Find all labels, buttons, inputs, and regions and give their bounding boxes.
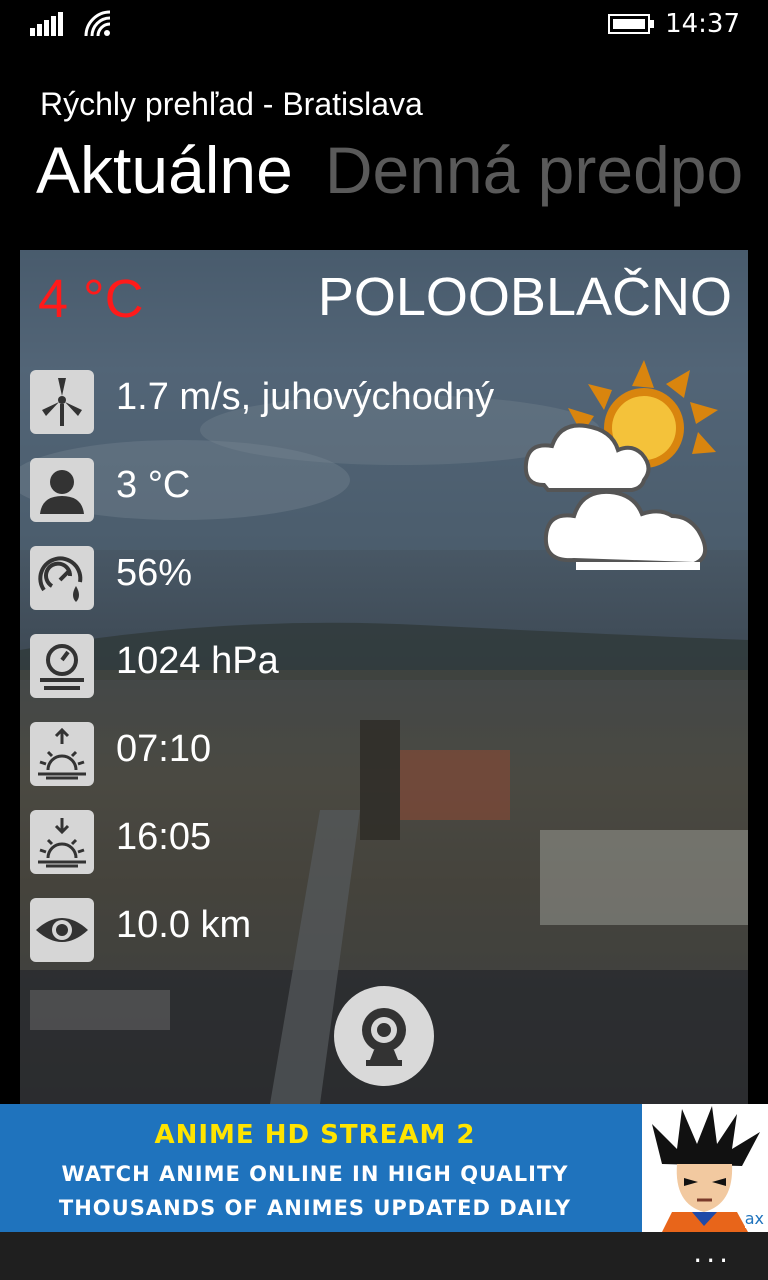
current-weather-card: 4 °C POLOOBLAČNO 1.7 m/s, juhovýchodný 3… bbox=[20, 250, 748, 1104]
pressure-row: 1024 hPa bbox=[30, 634, 590, 698]
ad-line-1: WATCH ANIME ONLINE IN HIGH QUALITY bbox=[61, 1162, 569, 1186]
pressure-value: 1024 hPa bbox=[116, 640, 279, 682]
feels-like-value: 3 °C bbox=[116, 464, 191, 506]
wifi-icon bbox=[84, 10, 111, 37]
app-title: Rýchly prehľad - Bratislava bbox=[40, 86, 423, 122]
webcam-icon bbox=[362, 1008, 406, 1066]
more-options-button[interactable]: ... bbox=[693, 1236, 732, 1269]
humidity-gauge-icon bbox=[30, 546, 94, 610]
pivot-header: Aktuálne Denná predpo bbox=[36, 132, 768, 208]
feels-like-row: 3 °C bbox=[30, 458, 590, 522]
feels-like-person-icon bbox=[30, 458, 94, 522]
humidity-row: 56% bbox=[30, 546, 590, 610]
wind-row: 1.7 m/s, juhovýchodný bbox=[30, 370, 590, 434]
sunrise-value: 07:10 bbox=[116, 728, 212, 770]
ad-banner[interactable]: ANIME HD STREAM 2 WATCH ANIME ONLINE IN … bbox=[0, 1104, 768, 1232]
battery-tip bbox=[650, 20, 654, 28]
battery-icon bbox=[608, 14, 650, 34]
visibility-eye-icon bbox=[30, 898, 94, 962]
humidity-value: 56% bbox=[116, 552, 193, 594]
current-temperature: 4 °C bbox=[38, 269, 144, 329]
ad-line-2: THOUSANDS OF ANIMES UPDATED DAILY bbox=[58, 1196, 572, 1220]
pivot-current[interactable]: Aktuálne bbox=[36, 132, 293, 208]
ad-badge: ax bbox=[744, 1209, 764, 1228]
ad-text-area[interactable]: ANIME HD STREAM 2 WATCH ANIME ONLINE IN … bbox=[0, 1104, 642, 1232]
ad-anime-character-image[interactable]: ax bbox=[642, 1104, 768, 1232]
app-bar: ... bbox=[0, 1232, 768, 1280]
signal-bars-icon bbox=[30, 12, 64, 36]
sunrise-row: 07:10 bbox=[30, 722, 590, 786]
webcam-button[interactable] bbox=[334, 986, 434, 1086]
wind-value: 1.7 m/s, juhovýchodný bbox=[116, 376, 495, 418]
pivot-daily-forecast[interactable]: Denná predpo bbox=[325, 132, 743, 208]
barometer-icon bbox=[30, 634, 94, 698]
status-time: 14:37 bbox=[665, 9, 740, 39]
sunset-row: 16:05 bbox=[30, 810, 590, 874]
ad-title: ANIME HD STREAM 2 bbox=[154, 1120, 476, 1150]
sunset-icon bbox=[30, 810, 94, 874]
status-bar: 14:37 bbox=[0, 0, 768, 50]
wind-turbine-icon bbox=[30, 370, 94, 434]
weather-condition: POLOOBLAČNO bbox=[317, 267, 732, 327]
sunrise-icon bbox=[30, 722, 94, 786]
visibility-row: 10.0 km bbox=[30, 898, 590, 962]
visibility-value: 10.0 km bbox=[116, 904, 252, 946]
sunset-value: 16:05 bbox=[116, 816, 212, 858]
